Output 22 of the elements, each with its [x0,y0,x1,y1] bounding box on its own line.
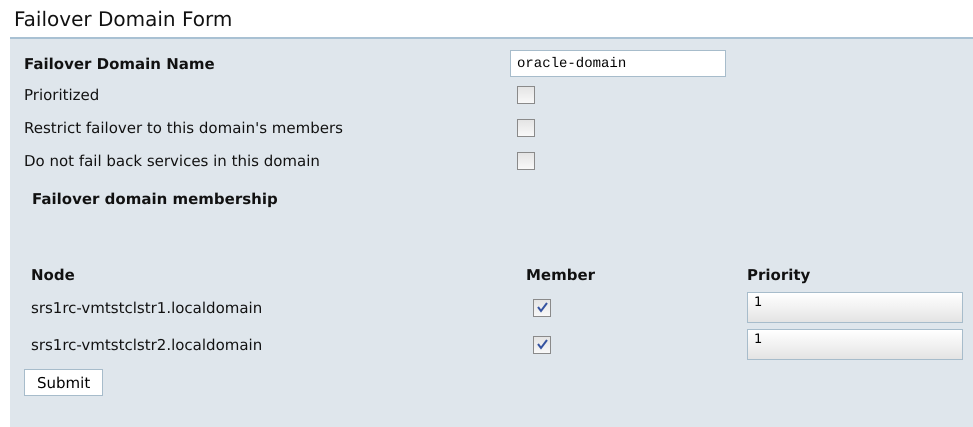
member-checkbox[interactable] [533,336,551,354]
option-label: Restrict failover to this domain's members [24,118,343,136]
priority-input-field[interactable]: 1 [747,329,963,360]
section-heading: Failover domain membership [31,189,279,210]
node-name: srs1rc-vmtstclstr1.localdomain [31,298,262,316]
member-checkbox[interactable] [533,298,551,316]
column-header: Priority [747,266,810,284]
column-header: Member [526,266,596,284]
checkmark-icon [536,302,548,313]
option-label: Prioritized [24,86,100,104]
submit-button[interactable]: Submit [24,369,104,396]
name-input-field[interactable]: oracle-domain [510,50,726,77]
option-label: Do not fail back services in this domain [24,152,320,170]
checkmark-icon [536,339,548,350]
column-header: Node [31,266,75,284]
form-title: Failover Domain Form [14,6,232,32]
checkbox[interactable] [517,86,535,104]
checkbox[interactable] [517,118,535,136]
checkbox[interactable] [517,152,535,170]
field-label: Failover Domain Name [24,54,215,72]
priority-input-field[interactable]: 1 [747,292,963,323]
node-name: srs1rc-vmtstclstr2.localdomain [31,336,262,354]
